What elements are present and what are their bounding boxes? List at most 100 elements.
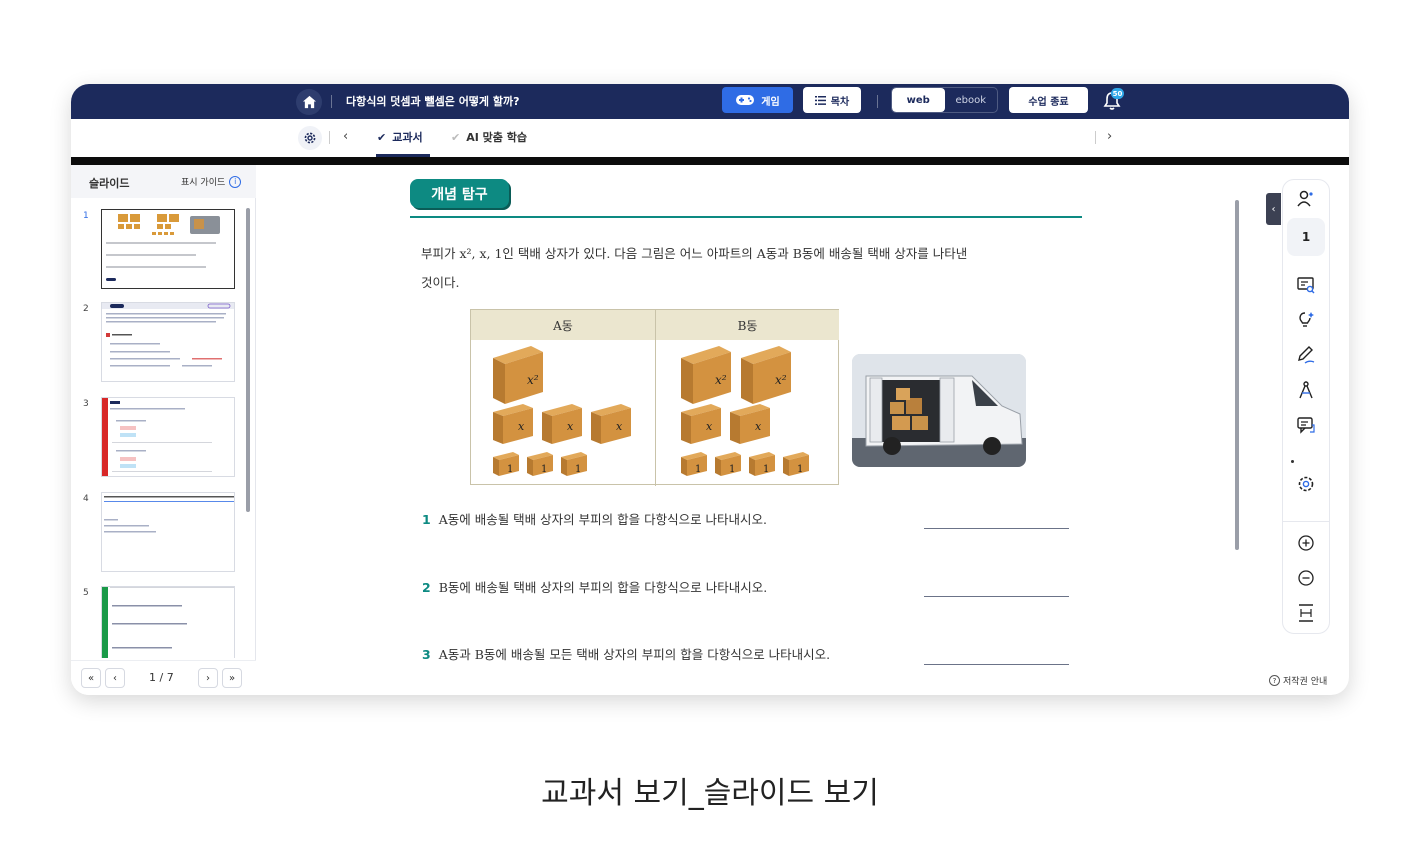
problem-line-1: 부피가 x², x, 1인 택배 상자가 있다. 다음 그림은 어느 아파트의 … — [421, 246, 968, 261]
box-1 — [681, 452, 707, 476]
tab-ai-learning[interactable]: ✔ AI 맞춤 학습 — [451, 129, 527, 145]
top-bar: 다항식의 덧셈과 뺄셈은 어떻게 할까? 게임 목차 web ebook 수업 … — [71, 84, 1349, 119]
box-label: 1 — [797, 464, 803, 475]
zoom-out-icon[interactable] — [1293, 566, 1319, 590]
settings-button[interactable] — [298, 126, 322, 150]
user-icon[interactable] — [1293, 187, 1319, 211]
display-guide-button[interactable]: 표시 가이드 i — [181, 175, 242, 188]
box-1 — [561, 452, 587, 476]
gear-icon[interactable] — [1293, 472, 1319, 496]
box-label: x — [706, 420, 713, 433]
sidebar-scrollbar[interactable] — [246, 208, 250, 512]
sub-navigation: ‹ ✔ 교과서 ✔ AI 맞춤 학습 › — [71, 119, 1349, 157]
divider — [331, 95, 332, 108]
box-label: 1 — [507, 464, 513, 475]
tab-textbook[interactable]: ✔ 교과서 — [377, 129, 423, 145]
check-icon: ✔ — [451, 130, 461, 144]
gamepad-icon — [736, 95, 755, 105]
separator-dot — [1291, 460, 1294, 463]
slide-thumbnail-3[interactable] — [101, 397, 235, 477]
lightbulb-icon[interactable] — [1293, 308, 1319, 332]
compass-icon[interactable] — [1293, 378, 1319, 402]
delivery-van-image — [852, 354, 1026, 467]
copyright-notice-button[interactable]: ? 저작권 안내 — [1269, 674, 1327, 687]
box-x — [542, 404, 582, 444]
next-page-button[interactable]: › — [198, 668, 218, 688]
slide-preview — [102, 398, 212, 476]
screen-search-icon[interactable] — [1293, 273, 1319, 297]
check-icon: ✔ — [377, 130, 387, 144]
slide-preview — [102, 587, 234, 658]
sidebar-header: 슬라이드 표시 가이드 i — [71, 165, 256, 198]
box-label: x² — [527, 373, 539, 387]
pen-icon[interactable] — [1293, 343, 1319, 367]
app-window: 다항식의 덧셈과 뺄셈은 어떻게 할까? 게임 목차 web ebook 수업 … — [71, 84, 1349, 695]
box-1 — [493, 452, 519, 476]
problem-line-2: 것이다. — [421, 275, 460, 290]
toc-button[interactable]: 목차 — [803, 87, 861, 113]
zoom-in-icon[interactable] — [1293, 531, 1319, 555]
display-guide-label: 표시 가이드 — [181, 178, 226, 188]
figure-caption: 교과서 보기_슬라이드 보기 — [541, 776, 879, 811]
box-label: 1 — [541, 464, 547, 475]
gear-icon — [304, 132, 316, 144]
content-scrollbar[interactable] — [1235, 200, 1239, 550]
question-circle-icon: ? — [1269, 675, 1280, 686]
page-number-badge: 1 — [1287, 218, 1325, 256]
slide-thumbnail-1[interactable] — [101, 209, 235, 289]
question-1: 1 A동에 배송될 택배 상자의 부피의 합을 다항식으로 나타내시오. — [422, 509, 767, 528]
slide-number: 2 — [83, 304, 89, 314]
last-page-button[interactable]: » — [222, 668, 242, 688]
slide-sidebar: 슬라이드 표시 가이드 i 1 2 3 4 5 « ‹ 1 / 7 › » — [71, 165, 256, 695]
slide-thumbnail-5[interactable] — [101, 586, 235, 658]
first-page-button[interactable]: « — [81, 668, 101, 688]
chat-icon[interactable] — [1293, 413, 1319, 437]
view-web-button[interactable]: web — [892, 88, 945, 112]
slide-number: 5 — [83, 588, 89, 598]
problem-text: 부피가 x², x, 1인 택배 상자가 있다. 다음 그림은 어느 아파트의 … — [421, 239, 1081, 297]
home-icon — [302, 95, 316, 109]
box-label: x² — [715, 373, 727, 387]
box-label: 1 — [763, 464, 769, 475]
box-label: x — [567, 420, 574, 433]
sidebar-title: 슬라이드 — [89, 177, 130, 190]
column-b-header: B동 — [656, 310, 839, 340]
box-label: 1 — [575, 464, 581, 475]
question-2: 2 B동에 배송될 택배 상자의 부피의 합을 다항식으로 나타내시오. — [422, 577, 767, 596]
fit-height-icon[interactable] — [1293, 601, 1319, 625]
chevron-right-icon[interactable]: › — [1107, 129, 1112, 144]
answer-field-1[interactable] — [924, 528, 1069, 529]
box-label: x — [755, 420, 762, 433]
box-label: 1 — [729, 464, 735, 475]
view-mode-toggle: web ebook — [891, 87, 998, 113]
chevron-left-icon[interactable]: ‹ — [343, 129, 348, 144]
box-label: x — [616, 420, 623, 433]
notification-badge: 50 — [1111, 88, 1124, 99]
slide-preview — [106, 214, 220, 281]
question-number: 2 — [422, 580, 431, 595]
slide-preview — [104, 496, 234, 533]
slide-thumbnail-4[interactable] — [101, 492, 235, 572]
question-text: A동과 B동에 배송될 모든 택배 상자의 부피의 합을 다항식으로 나타내시오… — [438, 647, 831, 662]
list-icon — [814, 95, 826, 105]
prev-page-button[interactable]: ‹ — [105, 668, 125, 688]
tab-textbook-label: 교과서 — [392, 131, 423, 144]
box-illustration: x² x x x 1 1 1 x² x² x x 1 1 1 1 — [493, 346, 809, 476]
box-label: 1 — [695, 464, 701, 475]
toolbar-collapse-button[interactable]: ‹ — [1266, 193, 1281, 225]
toc-label: 목차 — [830, 96, 850, 108]
end-class-button[interactable]: 수업 종료 — [1009, 87, 1088, 113]
game-button[interactable]: 게임 — [722, 87, 793, 113]
game-label: 게임 — [761, 96, 780, 108]
textbook-content: 개념 탐구 부피가 x², x, 1인 택배 상자가 있다. 다음 그림은 어느… — [257, 165, 1243, 695]
view-ebook-button[interactable]: ebook — [945, 88, 998, 112]
home-button[interactable] — [296, 89, 322, 115]
header-border — [71, 157, 1349, 165]
answer-field-2[interactable] — [924, 596, 1069, 597]
copyright-label: 저작권 안내 — [1283, 677, 1328, 687]
section-divider — [410, 216, 1082, 218]
slide-thumbnail-2[interactable] — [101, 302, 235, 382]
box-x — [493, 404, 533, 444]
column-a-header: A동 — [471, 310, 655, 340]
answer-field-3[interactable] — [924, 664, 1069, 665]
